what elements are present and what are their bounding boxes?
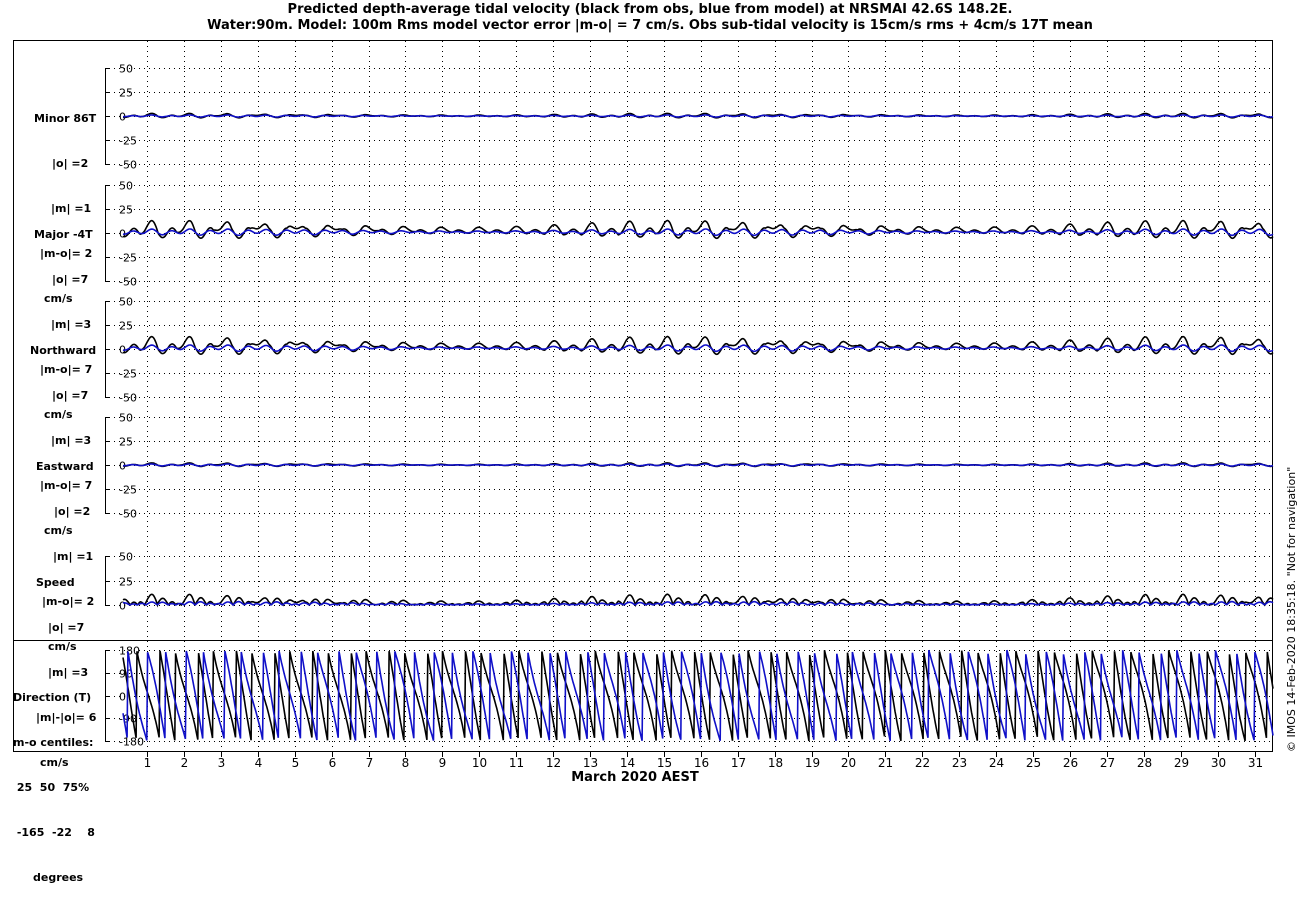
- panel-label-east-line: Eastward: [36, 460, 94, 473]
- y-tick-label: 25: [119, 320, 133, 333]
- panel-label-north-line: Northward: [30, 344, 97, 357]
- x-tick-label: 14: [620, 756, 635, 770]
- x-tick-label: 25: [1026, 756, 1041, 770]
- y-tick-label: -25: [119, 368, 137, 381]
- y-tick-label: 25: [119, 436, 133, 449]
- chart-title-line-1: Predicted depth-average tidal velocity (…: [287, 2, 1013, 17]
- panel-label-direction-line: degrees: [33, 871, 84, 884]
- y-tick-label: 25: [119, 204, 133, 217]
- panel-label-direction-line: -165 -22 8: [13, 826, 95, 839]
- credit-text: © IMOS 14-Feb-2020 18:35:18. "Not for na…: [1285, 466, 1298, 752]
- panel-north: -50-2502550: [105, 296, 1274, 405]
- y-tick-label: -25: [119, 252, 137, 265]
- x-tick-label: 17: [731, 756, 746, 770]
- panel-label-major-line: |o| =7: [52, 273, 89, 286]
- x-tick-label: 11: [509, 756, 524, 770]
- x-axis-label: March 2020 AEST: [571, 770, 699, 785]
- x-tick-label: 26: [1063, 756, 1078, 770]
- x-tick-label: 6: [329, 756, 337, 770]
- y-tick-label: 25: [119, 87, 133, 100]
- y-tick-label: -50: [119, 159, 137, 172]
- tidal-velocity-figure: 1 2 3 4 5 6 7 8 9 10 11 12 13 14 15 16 17 18 19 20 21 22 23 24 2…: [13, 40, 1274, 770]
- x-tick-label: 10: [472, 756, 487, 770]
- series-obs-major: [122, 219, 1274, 240]
- x-tick-label: 7: [366, 756, 374, 770]
- chart-title-line-2: Water:90m. Model: 100m Rms model vector …: [207, 18, 1093, 33]
- x-tick-label: 1: [144, 756, 152, 770]
- y-tick-label: 25: [119, 576, 133, 589]
- x-tick-label: 24: [989, 756, 1004, 770]
- y-tick-label: 0: [119, 600, 126, 613]
- x-tick-label: 16: [694, 756, 709, 770]
- panel-label-minor-line: Minor 86T: [34, 112, 97, 125]
- panel-label-north-line: |o| =7: [52, 389, 89, 402]
- panel-label-minor-line: |o| =2: [52, 157, 89, 170]
- panel-label-east-line: |o| =2: [54, 505, 91, 518]
- x-tick-label: 2: [181, 756, 189, 770]
- y-tick-label: 50: [119, 296, 133, 309]
- panel-label-direction-line: m-o centiles:: [13, 736, 94, 749]
- y-tick-label: -50: [119, 508, 137, 521]
- x-tick-label: 4: [255, 756, 263, 770]
- y-tick-label: -25: [119, 484, 137, 497]
- x-tick-label: 13: [583, 756, 598, 770]
- x-tick-label: 28: [1137, 756, 1152, 770]
- x-tick-label: 29: [1174, 756, 1189, 770]
- panel-label-major-line: Major -4T: [34, 228, 93, 241]
- x-tick-label: 22: [915, 756, 930, 770]
- x-tick-label: 21: [878, 756, 893, 770]
- x-tick-label: 19: [805, 756, 820, 770]
- y-tick-label: 50: [119, 63, 133, 76]
- x-tick-label: 12: [546, 756, 561, 770]
- x-tick-label: 30: [1211, 756, 1226, 770]
- panel-label-speed-line: |o| =7: [48, 621, 85, 634]
- panel-major: -50-2502550: [105, 180, 1274, 289]
- x-tick-label: 15: [657, 756, 672, 770]
- panel-label-direction-line: Direction (T): [13, 691, 92, 704]
- y-tick-label: 50: [119, 412, 133, 425]
- figure-frame: [13, 40, 1273, 752]
- panel-speed: 0 25 50: [105, 551, 1274, 613]
- x-tick-label: 20: [841, 756, 856, 770]
- series-model-direction: [122, 649, 1274, 742]
- y-tick-label: 0: [119, 691, 126, 704]
- x-tick-label: 31: [1248, 756, 1263, 770]
- panel-label-speed-line: Speed: [36, 576, 75, 589]
- x-tick-label: 5: [292, 756, 300, 770]
- panel-direction: -180-90090180: [105, 645, 1274, 749]
- y-tick-label: -25: [119, 135, 137, 148]
- x-tick-label: 23: [952, 756, 967, 770]
- y-tick-label: -50: [119, 276, 137, 289]
- x-tick-label: 27: [1100, 756, 1115, 770]
- panel-east: -50-2502550: [105, 412, 1274, 521]
- x-tick-label: 9: [439, 756, 447, 770]
- y-tick-label: 50: [119, 180, 133, 193]
- x-tick-label: 8: [402, 756, 410, 770]
- x-tick-label: 18: [768, 756, 783, 770]
- y-tick-label: 50: [119, 551, 133, 564]
- panel-minor: -50-2502550: [105, 63, 1274, 172]
- x-tick-label: 3: [218, 756, 226, 770]
- y-tick-label: -50: [119, 392, 137, 405]
- y-tick-label: -180: [119, 736, 144, 749]
